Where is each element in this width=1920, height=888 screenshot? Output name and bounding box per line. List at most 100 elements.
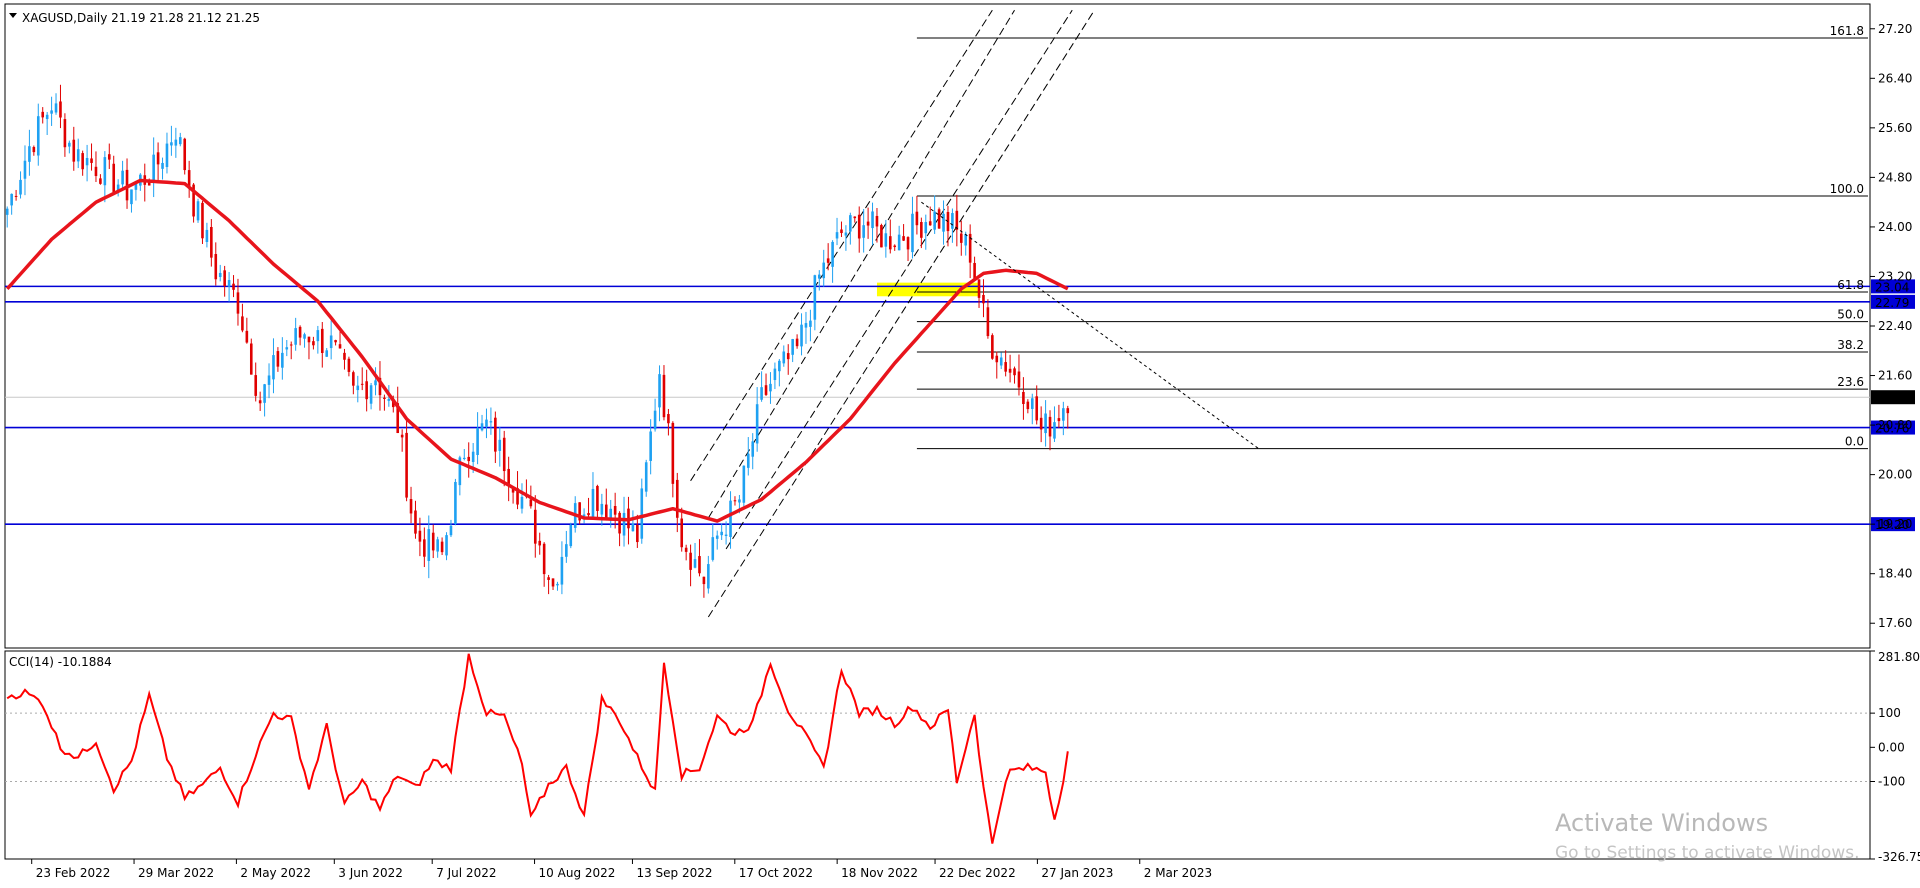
candle-body bbox=[59, 101, 62, 118]
x-tick-label: 17 Oct 2022 bbox=[739, 866, 813, 880]
candle-body bbox=[36, 116, 40, 156]
activate-windows-title: Activate Windows bbox=[1555, 809, 1768, 837]
x-tick-label: 23 Feb 2022 bbox=[36, 866, 111, 880]
candle-body bbox=[285, 347, 289, 350]
candle-body bbox=[471, 451, 475, 462]
candle-body bbox=[795, 338, 799, 347]
candle-body bbox=[241, 316, 244, 331]
price-y-tick-label: 25.60 bbox=[1878, 121, 1912, 135]
candle-body bbox=[702, 576, 706, 585]
x-tick-label: 2 May 2022 bbox=[240, 866, 311, 880]
candle-body bbox=[232, 283, 235, 290]
candle-body bbox=[959, 233, 963, 243]
candle-body bbox=[800, 324, 803, 347]
candle-body bbox=[480, 423, 484, 431]
candle-body bbox=[85, 157, 89, 166]
candle-body bbox=[476, 427, 479, 455]
candle-body bbox=[312, 341, 315, 346]
candle-body bbox=[1035, 396, 1039, 421]
chart-background bbox=[0, 0, 1920, 888]
candle-body bbox=[494, 417, 497, 452]
candle-body bbox=[23, 160, 27, 179]
price-y-tick-label: 27.20 bbox=[1878, 22, 1912, 36]
candle-body bbox=[276, 351, 280, 367]
candle-body bbox=[547, 577, 550, 580]
candle-body bbox=[170, 142, 173, 146]
price-y-tick-label: 24.80 bbox=[1878, 170, 1912, 184]
candle-body bbox=[334, 340, 337, 343]
candle-body bbox=[50, 110, 53, 114]
candle-body bbox=[498, 439, 502, 451]
candle-body bbox=[383, 397, 386, 399]
candle-body bbox=[41, 111, 45, 118]
candle-body bbox=[1013, 368, 1016, 376]
candle-body bbox=[183, 138, 187, 171]
price-y-tick-label: 23.20 bbox=[1878, 269, 1912, 283]
candle-body bbox=[298, 326, 302, 338]
candle-body bbox=[76, 149, 80, 162]
candle-body bbox=[600, 503, 604, 515]
candle-body bbox=[223, 270, 226, 287]
candle-body bbox=[551, 578, 555, 587]
candle-body bbox=[409, 499, 413, 514]
candle-body bbox=[831, 241, 834, 267]
candle-body bbox=[178, 137, 182, 145]
candle-body bbox=[431, 532, 435, 551]
candle-body bbox=[387, 398, 391, 401]
candle-body bbox=[94, 166, 98, 177]
candle-body bbox=[329, 335, 333, 349]
candle-body bbox=[130, 189, 133, 205]
level-label-text: 22.79 bbox=[1875, 296, 1909, 310]
candle-body bbox=[210, 226, 213, 258]
candle-body bbox=[809, 320, 812, 327]
candle-body bbox=[684, 547, 688, 552]
candle-body bbox=[649, 431, 652, 461]
candle-body bbox=[201, 202, 204, 239]
candle-body bbox=[1026, 401, 1030, 410]
candle-body bbox=[245, 330, 249, 343]
candle-body bbox=[445, 535, 448, 556]
fib-level-label: 0.0 bbox=[1845, 435, 1864, 449]
candle-body bbox=[928, 221, 932, 226]
candle-body bbox=[440, 541, 444, 553]
cci-y-tick-label: 100 bbox=[1878, 706, 1901, 720]
candle-body bbox=[915, 211, 919, 226]
candle-body bbox=[436, 539, 439, 552]
candle-body bbox=[622, 512, 626, 536]
candle-body bbox=[715, 535, 719, 539]
candle-body bbox=[769, 383, 772, 392]
candle-body bbox=[897, 234, 901, 251]
candle-body bbox=[613, 506, 617, 515]
cci-y-tick-label: 281.803 bbox=[1878, 650, 1920, 664]
candle-body bbox=[556, 583, 559, 586]
x-tick-label: 13 Sep 2022 bbox=[636, 866, 712, 880]
candle-body bbox=[866, 221, 870, 226]
candle-body bbox=[538, 540, 542, 546]
candle-body bbox=[760, 387, 763, 400]
fib-level-label: 100.0 bbox=[1830, 182, 1864, 196]
candle-body bbox=[995, 355, 999, 363]
candle-body bbox=[289, 344, 293, 346]
candle-body bbox=[32, 147, 36, 153]
candle-body bbox=[849, 215, 852, 232]
candle-body bbox=[1048, 416, 1052, 437]
candle-body bbox=[5, 208, 9, 215]
fib-level-label: 50.0 bbox=[1837, 308, 1864, 322]
candle-body bbox=[1044, 413, 1047, 434]
candle-body bbox=[853, 216, 857, 219]
candle-body bbox=[418, 530, 422, 542]
candle-body bbox=[214, 254, 218, 280]
candle-body bbox=[343, 352, 346, 360]
candle-body bbox=[786, 353, 790, 360]
candle-body bbox=[1017, 371, 1021, 388]
candle-body bbox=[671, 422, 675, 484]
candle-body bbox=[973, 262, 976, 279]
candle-body bbox=[689, 552, 692, 570]
candle-body bbox=[542, 543, 546, 575]
candle-body bbox=[569, 524, 573, 547]
candle-body bbox=[822, 262, 826, 279]
candle-body bbox=[90, 158, 93, 163]
candle-body bbox=[502, 437, 506, 472]
candle-body bbox=[644, 462, 648, 492]
candle-body bbox=[307, 336, 311, 343]
